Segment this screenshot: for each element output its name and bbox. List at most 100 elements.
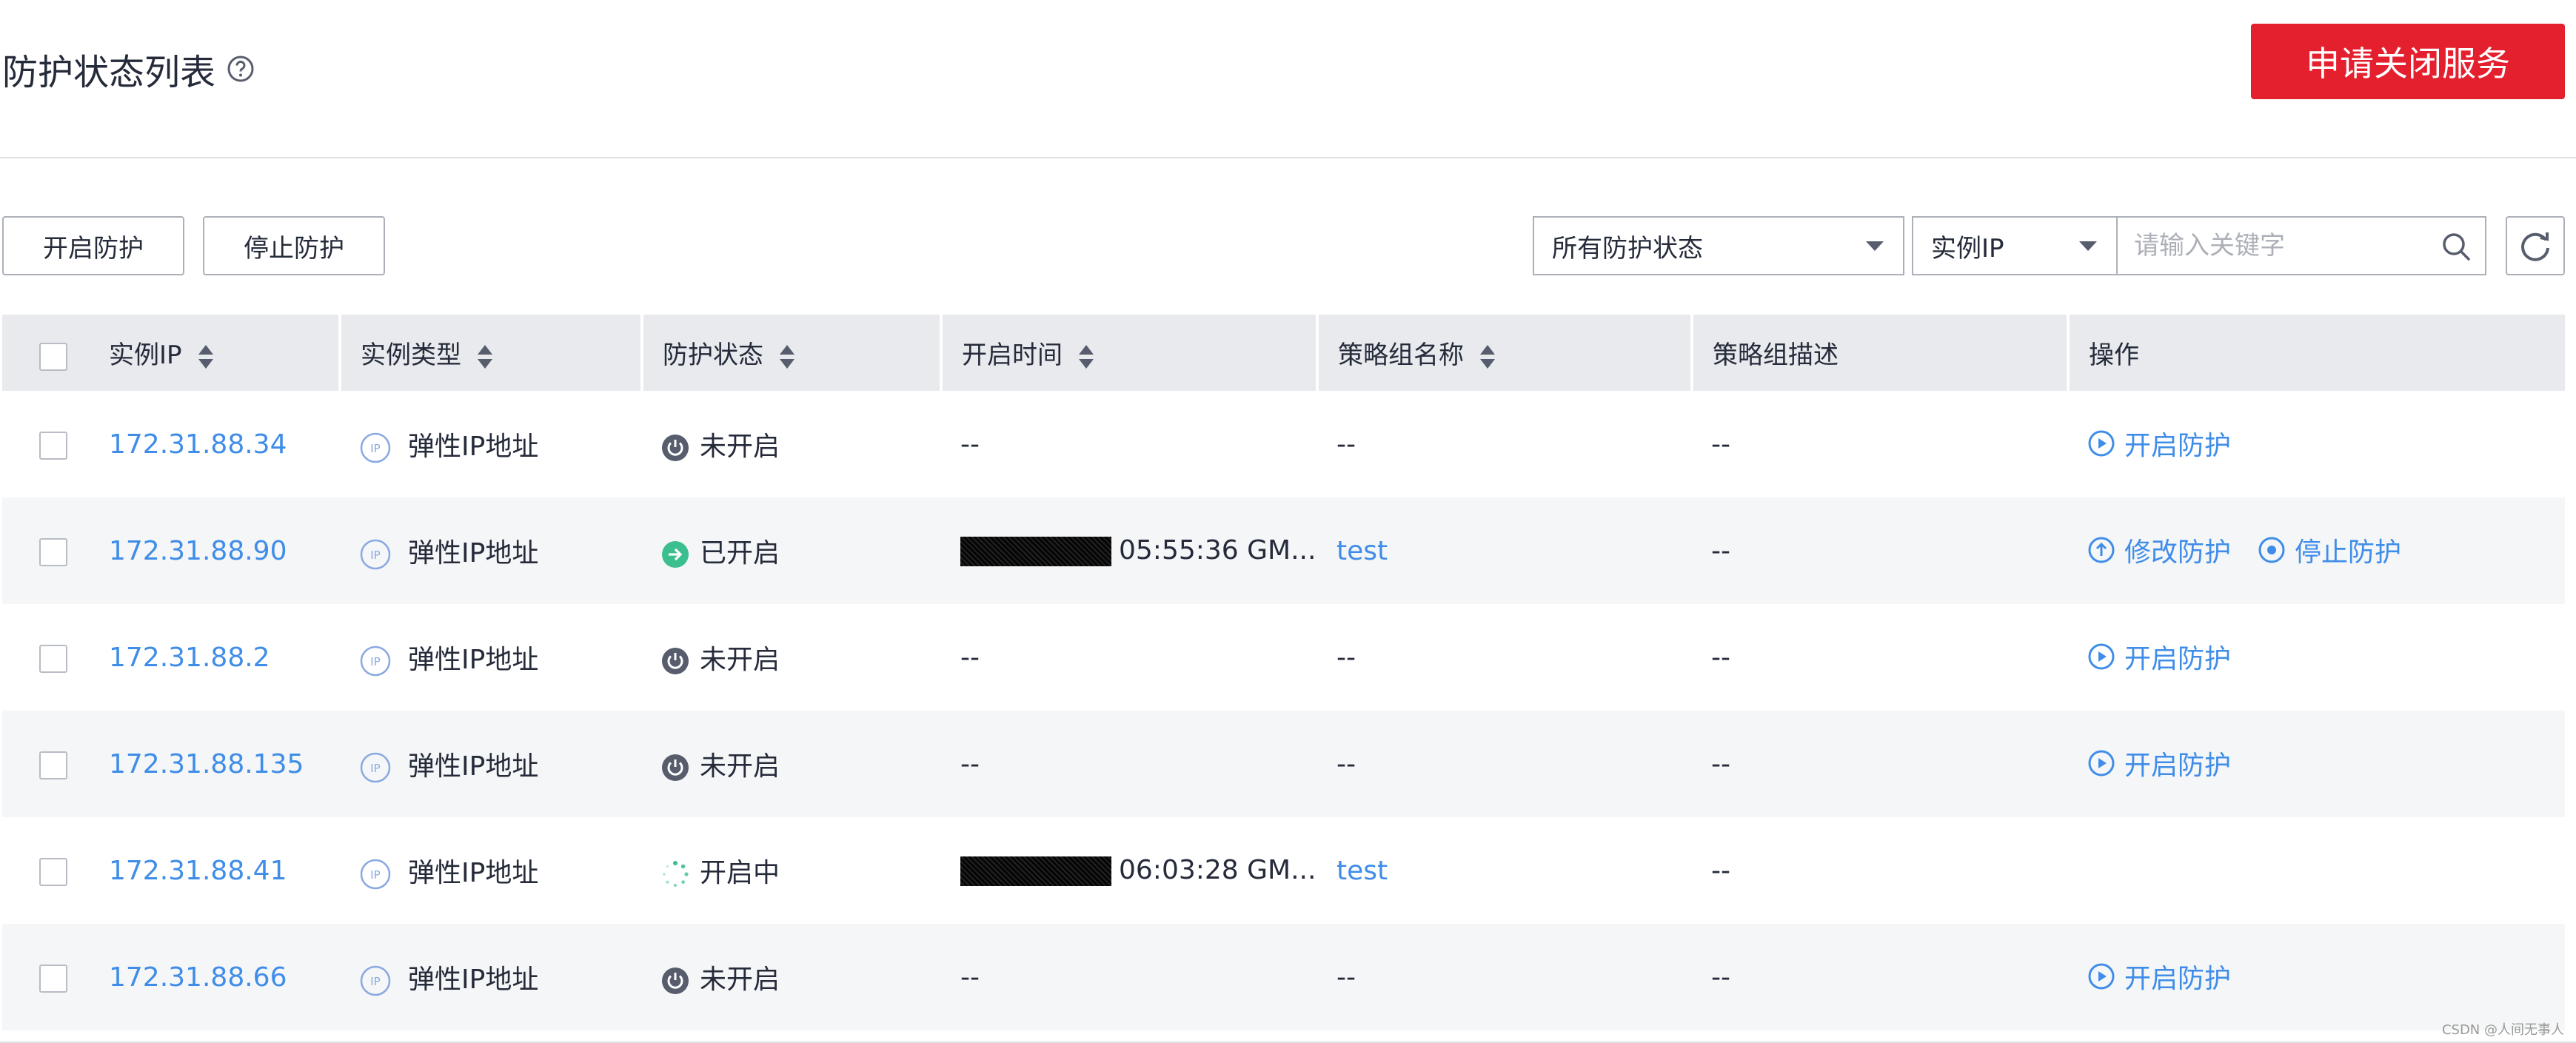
stop-protection-button[interactable]: 停止防护 [203,216,385,275]
row-checkbox[interactable] [39,431,67,460]
start-time: 06:03:28 GM... [1119,855,1317,885]
table-row: 172.31.88.34 IP 弹性IP地址 未开启 -- -- -- 开启防护 [2,391,2565,497]
status-filter-select[interactable]: 所有防护状态 [1533,216,1904,275]
instance-ip-link[interactable]: 172.31.88.34 [109,429,287,460]
actions-cell [2068,817,2565,924]
ip-cell: 172.31.88.2 [2,604,340,711]
table-header-row: 实例IP 实例类型 防护状态 开启时间 策略组名称 策略组描述 操作 [2,315,2565,391]
stop-icon [2258,537,2285,563]
policy-description: -- [1711,748,1730,779]
policy-name-link[interactable]: test [1336,856,1388,886]
start-protection-link[interactable]: 开启防护 [2087,744,2231,782]
status-cell: 未开启 [642,391,941,497]
search-field-value: 实例IP [1931,233,2004,264]
actions-cell: 开启防护 [2068,604,2565,711]
type-cell: IP 弹性IP地址 [340,817,642,924]
row-checkbox[interactable] [39,537,67,566]
type-cell: IP 弹性IP地址 [340,497,642,604]
refresh-button[interactable] [2506,216,2565,275]
start-time: -- [960,748,980,779]
table-row: 172.31.88.41 IP 弹性IP地址 开启中 06:03:28 GM... tes… [2,817,2565,924]
start-protection-button[interactable]: 开启防护 [2,216,184,275]
power-off-icon [662,435,689,461]
column-header-type[interactable]: 实例类型 [340,315,643,391]
row-checkbox[interactable] [39,857,67,886]
ip-address-icon: IP [360,859,391,889]
instance-ip-link[interactable]: 172.31.88.2 [109,643,270,673]
action-label: 开启防护 [2124,431,2232,461]
help-icon[interactable] [226,54,255,84]
redacted-date [960,537,1111,566]
ip-address-icon: IP [360,432,391,463]
time-cell: -- [941,391,1317,497]
select-all-checkbox[interactable] [39,342,67,371]
svg-text:IP: IP [370,975,380,988]
column-header-policy[interactable]: 策略组名称 [1317,315,1693,391]
search-input[interactable] [2116,230,2417,261]
modify-protection-link[interactable]: 修改防护 [2087,531,2231,569]
ip-address-icon: IP [360,645,391,676]
enabled-check-icon [662,541,689,568]
column-header-ip[interactable]: 实例IP [2,315,341,391]
actions-cell: 开启防护 [2068,711,2565,817]
policy-description: -- [1711,535,1730,566]
sort-icon[interactable] [478,343,492,370]
policy-cell: test [1317,497,1692,604]
column-header-desc: 策略组描述 [1692,315,2070,391]
protection-status: 未开启 [700,432,780,462]
action-label: 开启防护 [2124,644,2232,674]
sort-icon[interactable] [198,343,213,370]
sort-icon[interactable] [1480,343,1495,370]
start-protection-link[interactable]: 开启防护 [2087,957,2231,996]
policy-name: -- [1336,429,1356,460]
play-icon [2088,430,2115,457]
action-label: 开启防护 [2124,964,2232,994]
column-label: 实例类型 [361,341,461,370]
protection-status: 开启中 [700,858,780,888]
protection-status: 未开启 [700,965,780,995]
start-protection-link[interactable]: 开启防护 [2087,424,2231,463]
policy-name: -- [1336,748,1356,779]
search-icon[interactable] [2440,231,2472,262]
ip-cell: 172.31.88.41 [2,817,340,924]
search-field-select[interactable]: 实例IP [1912,216,2118,275]
action-label: 开启防护 [2124,751,2232,781]
actions-cell: 开启防护 [2068,391,2565,497]
modify-icon [2088,537,2115,563]
column-label: 防护状态 [663,341,763,370]
instance-ip-link[interactable]: 172.31.88.41 [109,856,287,886]
sort-icon[interactable] [1079,343,1094,370]
policy-name-link[interactable]: test [1336,536,1388,566]
instance-ip-link[interactable]: 172.31.88.66 [109,962,287,993]
stop-protection-link[interactable]: 停止防护 [2258,531,2401,569]
power-off-icon [662,967,689,994]
row-checkbox[interactable] [39,964,67,993]
page-title: 防护状态列表 [2,43,255,95]
instance-ip-link[interactable]: 172.31.88.90 [109,536,287,566]
column-header-status[interactable]: 防护状态 [642,315,943,391]
ip-address-icon: IP [360,965,391,996]
instance-type: 弹性IP地址 [408,751,539,782]
time-cell: 05:55:36 GM... [941,497,1317,604]
time-cell: -- [941,604,1317,711]
row-checkbox[interactable] [39,751,67,779]
start-time: 05:55:36 GM... [1119,535,1317,566]
instance-ip-link[interactable]: 172.31.88.135 [109,749,304,779]
action-label: 停止防护 [2295,537,2402,568]
ip-address-icon: IP [360,752,391,782]
desc-cell: -- [1692,497,2068,604]
sort-icon[interactable] [780,343,794,370]
column-label: 开启时间 [962,341,1063,370]
column-header-time[interactable]: 开启时间 [941,315,1319,391]
loading-spinner-icon [663,861,689,888]
protection-status: 未开启 [700,645,780,675]
column-label: 策略组描述 [1713,341,1839,370]
close-service-button[interactable]: 申请关闭服务 [2251,24,2565,99]
row-checkbox[interactable] [39,644,67,673]
status-cell: 未开启 [642,924,941,1030]
policy-description: -- [1711,962,1730,993]
policy-description: -- [1711,429,1730,460]
play-icon [2088,963,2115,990]
actions-cell: 开启防护 [2068,924,2565,1030]
start-protection-link[interactable]: 开启防护 [2087,637,2231,676]
